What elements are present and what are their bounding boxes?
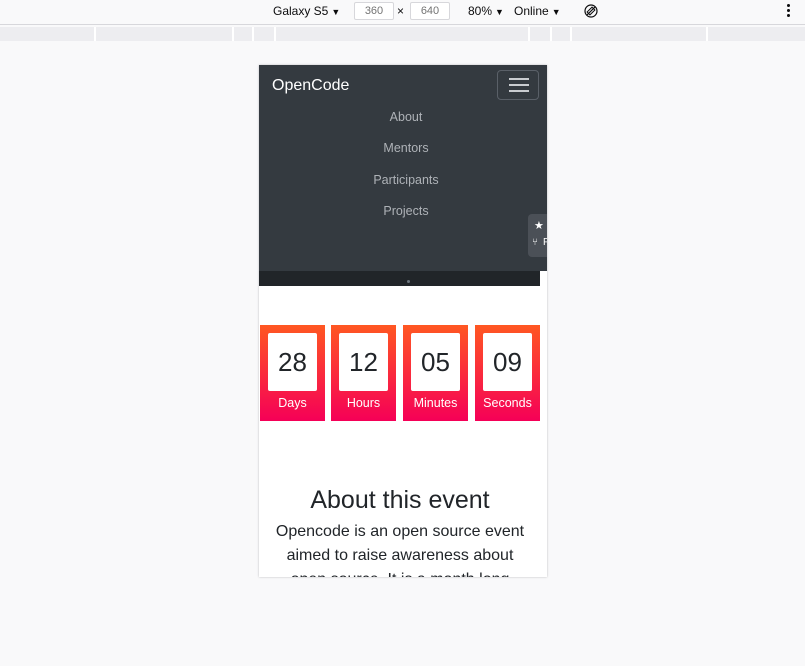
dimension-separator: × bbox=[397, 4, 405, 18]
countdown-value: 12 bbox=[339, 333, 388, 391]
network-throttle-selector[interactable]: Online ▼ bbox=[514, 4, 561, 20]
network-label: Online bbox=[514, 4, 549, 18]
responsive-toolbar: Galaxy S5 ▼ 360 × 640 80% ▼ Online ▼ bbox=[0, 0, 805, 25]
hamburger-icon bbox=[509, 78, 529, 80]
countdown-minutes: 05 Minutes bbox=[403, 325, 468, 421]
device-label: Galaxy S5 bbox=[273, 4, 329, 18]
nav-link-mentors[interactable]: Mentors bbox=[259, 140, 547, 156]
navbar: OpenCode About Mentors Participants Proj… bbox=[259, 65, 547, 271]
zoom-label: 80% bbox=[468, 4, 493, 18]
nav-link-projects[interactable]: Projects bbox=[259, 203, 547, 219]
nav-link-participants[interactable]: Participants bbox=[259, 172, 547, 188]
about-paragraph: Opencode is an open source event aimed t… bbox=[275, 523, 525, 577]
countdown-label: Seconds bbox=[483, 396, 532, 410]
github-badge[interactable]: ★ ⑂ F bbox=[528, 214, 547, 257]
star-icon: ★ bbox=[534, 220, 544, 232]
hamburger-menu-button[interactable] bbox=[497, 70, 539, 100]
device-viewport: OpenCode About Mentors Participants Proj… bbox=[259, 65, 547, 577]
countdown-seconds: 09 Seconds bbox=[475, 325, 540, 421]
viewport-width-input[interactable]: 360 bbox=[354, 2, 394, 20]
chevron-down-icon: ▼ bbox=[495, 7, 504, 17]
countdown-label: Minutes bbox=[413, 396, 458, 410]
countdown-value: 28 bbox=[268, 333, 317, 391]
countdown-value: 05 bbox=[411, 333, 460, 391]
carousel-dot[interactable] bbox=[407, 280, 410, 283]
media-query-ruler bbox=[0, 27, 805, 41]
rotate-icon[interactable] bbox=[584, 4, 598, 18]
zoom-selector[interactable]: 80% ▼ bbox=[468, 4, 504, 20]
countdown-value: 09 bbox=[483, 333, 532, 391]
brand-link[interactable]: OpenCode bbox=[272, 76, 349, 96]
viewport-height-input[interactable]: 640 bbox=[410, 2, 450, 20]
carousel-indicators bbox=[259, 271, 540, 286]
kebab-menu-icon[interactable] bbox=[787, 4, 791, 20]
chevron-down-icon: ▼ bbox=[331, 7, 341, 17]
countdown-label: Hours bbox=[346, 396, 381, 410]
fork-icon: ⑂ bbox=[532, 237, 538, 248]
device-selector[interactable]: Galaxy S5 ▼ bbox=[273, 4, 340, 20]
chevron-down-icon: ▼ bbox=[551, 7, 561, 17]
fork-label: F bbox=[543, 237, 547, 248]
countdown-label: Days bbox=[278, 396, 307, 410]
countdown-days: 28 Days bbox=[260, 325, 325, 421]
countdown-hours: 12 Hours bbox=[331, 325, 396, 421]
nav-link-about[interactable]: About bbox=[259, 109, 547, 125]
about-heading: About this event bbox=[310, 486, 490, 514]
